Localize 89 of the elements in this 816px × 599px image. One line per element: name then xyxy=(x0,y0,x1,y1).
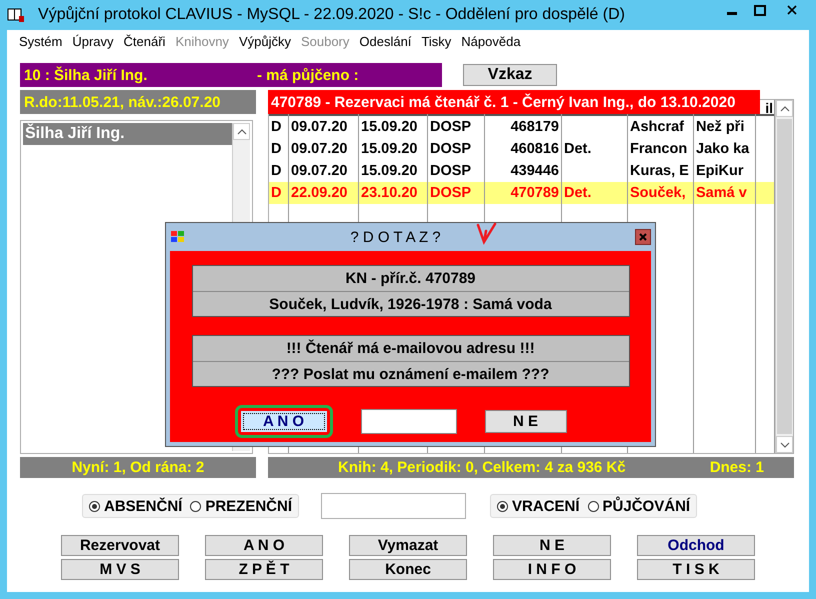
table-cell: Det. xyxy=(564,185,592,201)
table-cell: DOSP xyxy=(430,119,472,135)
table-cell: 22.09.20 xyxy=(291,185,348,201)
reservation-banner: 470789 - Rezervaci má čtenář č. 1 - Černý Ivan Ing., do 13.10.2020 xyxy=(268,90,760,114)
table-cell: 09.07.20 xyxy=(291,163,348,179)
column-header: il xyxy=(765,100,773,116)
table-cell: EpiKur xyxy=(696,163,744,179)
table-cell: D xyxy=(271,185,282,201)
menu-item[interactable]: Systém xyxy=(14,32,68,50)
action-button[interactable]: T I S K xyxy=(637,559,755,580)
status-text: Dnes: 1 xyxy=(710,459,764,476)
table-cell: Souček, xyxy=(630,185,686,201)
table-cell: 439446 xyxy=(510,163,559,179)
scroll-up-button[interactable] xyxy=(776,100,793,117)
table-cell: DOSP xyxy=(430,141,472,157)
action-button[interactable]: A N O xyxy=(205,535,323,556)
table-cell: DOSP xyxy=(430,185,472,201)
action-button[interactable]: Rezervovat xyxy=(61,535,179,556)
radio-button[interactable]: PŮJČOVÁNÍ xyxy=(588,498,690,514)
reader-list-item[interactable]: Šilha Jiří Ing. xyxy=(23,123,232,145)
radio-button[interactable]: ABSENČNÍ xyxy=(89,498,182,514)
table-cell: Než při xyxy=(696,119,744,135)
status-text: Nyní: 1, Od rána: 2 xyxy=(72,459,204,476)
radio-button[interactable]: PREZENČNÍ xyxy=(190,498,292,514)
dialog-button[interactable]: N E xyxy=(484,410,566,433)
action-button[interactable]: I N F O xyxy=(493,559,611,580)
scroll-down-button[interactable] xyxy=(776,436,793,453)
dialog-button[interactable]: A N O xyxy=(240,410,328,433)
table-cell: 468179 xyxy=(510,119,559,135)
chevron-up-icon xyxy=(236,128,246,134)
table-cell: 23.10.20 xyxy=(361,185,418,201)
action-button[interactable]: Odchod xyxy=(637,535,755,556)
close-icon xyxy=(638,233,647,241)
maximize-icon xyxy=(754,4,766,16)
close-button[interactable] xyxy=(634,229,651,245)
table-cell: 15.09.20 xyxy=(361,163,418,179)
table-cell: D xyxy=(271,141,282,157)
input-field[interactable] xyxy=(360,409,456,434)
arrow-annotation xyxy=(474,221,498,245)
table-cell: 15.09.20 xyxy=(361,119,418,135)
scroll-up-button[interactable] xyxy=(233,123,250,140)
table-cell: Jako ka xyxy=(696,141,750,157)
action-button[interactable]: M V S xyxy=(61,559,179,580)
dialog-title: ? D O T A Z ? xyxy=(350,228,442,246)
table-cell: 09.07.20 xyxy=(291,119,348,135)
message-text: KN - přír.č. 470789 xyxy=(345,270,476,287)
menu-item[interactable]: Čtenáři xyxy=(118,32,170,50)
chevron-up-icon xyxy=(780,106,790,112)
window-title: Výpůjční protokol CLAVIUS - MySQL - 22.09.2020 - S!c - Oddělení pro dospělé (D) xyxy=(37,6,626,24)
reader-name: 10 : Šilha Jiří Ing. xyxy=(24,66,148,84)
minimize-icon xyxy=(727,12,737,15)
action-button[interactable]: Konec xyxy=(349,559,467,580)
radio-button[interactable]: VRACENÍ xyxy=(497,498,580,514)
book-icon xyxy=(7,7,25,23)
action-button[interactable]: N E xyxy=(493,535,611,556)
message-text: ??? Poslat mu oznámení e-mailem ??? xyxy=(272,366,550,382)
menu-item[interactable]: Výpůjčky xyxy=(234,32,296,50)
table-cell: 470789 xyxy=(510,185,559,201)
table-cell: DOSP xyxy=(430,163,472,179)
close-icon xyxy=(787,5,797,15)
action-button[interactable]: Z P Ě T xyxy=(205,559,323,580)
message-text: Souček, Ludvík, 1926-1978 : Samá voda xyxy=(269,296,552,312)
message-button[interactable]: Vzkaz xyxy=(463,64,557,86)
table-cell: D xyxy=(271,119,282,135)
status-text: Knih: 4, Periodik: 0, Celkem: 4 za 936 Kč xyxy=(338,459,626,476)
menu-item[interactable]: Nápověda xyxy=(456,32,526,50)
loan-row[interactable]: D 09.07.20 15.09.20 DOSP 460816 Det. Francon Jako ka xyxy=(269,138,775,160)
table-cell: Kuras, E xyxy=(630,163,689,179)
reader-dates: R.do:11.05.21, náv.:26.07.20 xyxy=(24,94,221,110)
table-cell: 15.09.20 xyxy=(361,141,418,157)
table-cell: 460816 xyxy=(510,141,559,157)
table-cell: 09.07.20 xyxy=(291,141,348,157)
table-cell: Ashcraf xyxy=(630,119,684,135)
loan-row[interactable]: D 09.07.20 15.09.20 DOSP 439446 Kuras, E EpiKur xyxy=(269,160,775,182)
table-cell: Francon xyxy=(630,141,688,157)
table-cell: Samá v xyxy=(696,185,747,201)
table-cell: Det. xyxy=(564,141,592,157)
window-icon xyxy=(170,230,186,244)
loan-row[interactable]: D 22.09.20 23.10.20 DOSP 470789 Det. Souček, Samá v xyxy=(269,182,775,204)
message-text: !!! Čtenář má e-mailovou adresu !!! xyxy=(286,340,535,357)
input-field[interactable] xyxy=(321,493,466,519)
menu-item[interactable]: Tisky xyxy=(416,32,456,50)
action-button[interactable]: Vymazat xyxy=(349,535,467,556)
menu-item[interactable]: Úpravy xyxy=(67,32,119,50)
loan-label: - má půjčeno : xyxy=(257,66,359,84)
loan-row[interactable]: D 09.07.20 15.09.20 DOSP 468179 Ashcraf Než při xyxy=(269,116,775,138)
menu-item[interactable]: Odeslání xyxy=(354,32,416,50)
table-cell: D xyxy=(271,163,282,179)
chevron-down-icon xyxy=(780,442,790,448)
